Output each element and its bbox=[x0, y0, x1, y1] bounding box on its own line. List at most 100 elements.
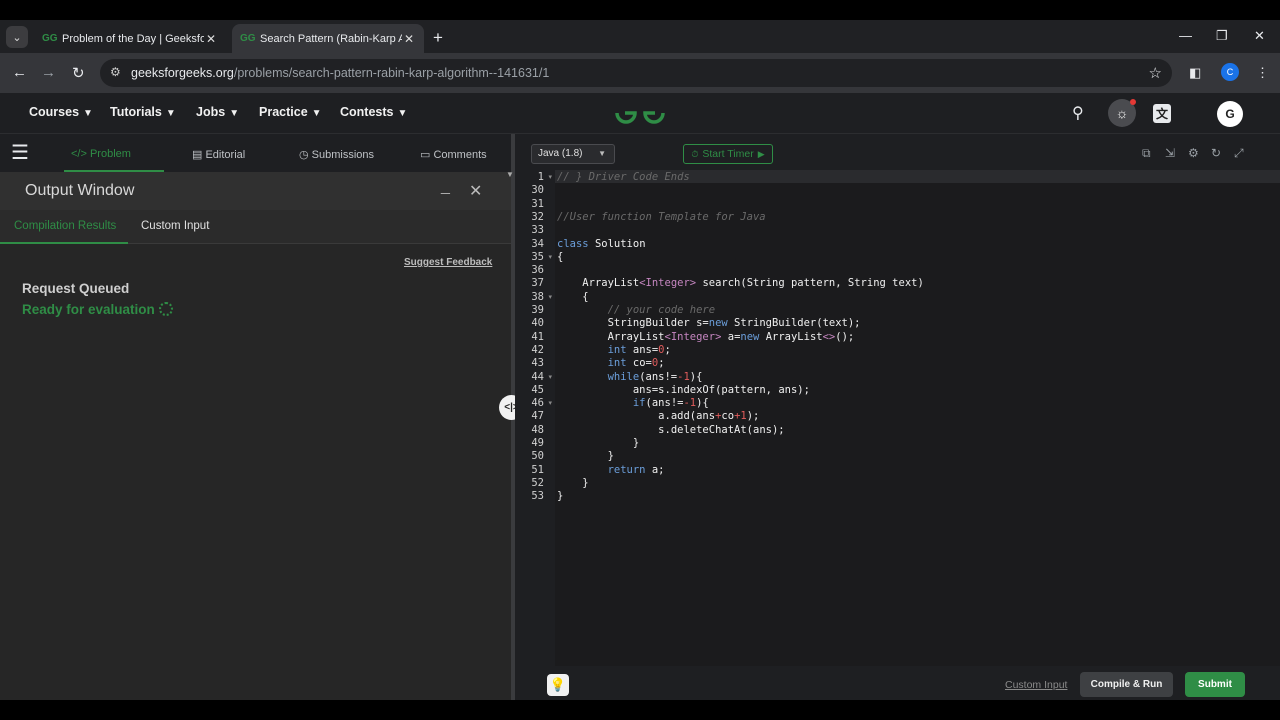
menu-practice[interactable]: Practice ▼ bbox=[259, 105, 322, 119]
browser-tab-potd[interactable]: GG Problem of the Day | GeeksforG ✕ bbox=[34, 24, 226, 53]
line-number: 36 bbox=[531, 264, 544, 277]
close-tab-icon[interactable]: ✕ bbox=[204, 32, 218, 46]
browser-tab-search-pattern[interactable]: GG Search Pattern (Rabin-Karp Alg ✕ bbox=[232, 24, 424, 53]
suggest-feedback-link[interactable]: Suggest Feedback bbox=[404, 257, 492, 268]
reload-icon[interactable]: ↻ bbox=[72, 64, 85, 82]
line-number: 53 bbox=[531, 490, 544, 503]
back-icon[interactable]: ← bbox=[12, 64, 27, 81]
line-number: 41 bbox=[531, 330, 544, 343]
tab-compilation-results[interactable]: Compilation Results bbox=[14, 220, 116, 232]
menu-courses[interactable]: Courses ▼ bbox=[29, 105, 93, 119]
profile-avatar[interactable]: C bbox=[1221, 63, 1239, 81]
user-avatar[interactable]: G bbox=[1217, 101, 1243, 127]
menu-contests[interactable]: Contests ▼ bbox=[340, 105, 407, 119]
hamburger-menu-icon[interactable]: ☰ bbox=[11, 143, 29, 163]
custom-input-link[interactable]: Custom Input bbox=[1005, 679, 1067, 691]
code-area[interactable]: // } Driver Code Ends //User function Tem… bbox=[555, 170, 1280, 666]
close-icon[interactable]: ✕ bbox=[469, 181, 482, 201]
menu-label: Contests bbox=[340, 105, 394, 119]
export-icon[interactable]: ⇲ bbox=[1165, 146, 1175, 160]
code-line: StringBuilder s=new StringBuilder(text); bbox=[607, 317, 861, 330]
line-number: 48 bbox=[531, 423, 544, 436]
line-number: 43 bbox=[531, 357, 544, 370]
code-line: { bbox=[557, 290, 589, 303]
line-number: 31 bbox=[531, 197, 544, 210]
line-number: 1 bbox=[537, 171, 544, 183]
address-bar[interactable]: ⚙ geeksforgeeks.org/problems/search-patt… bbox=[100, 59, 1172, 87]
forward-icon[interactable]: → bbox=[41, 64, 56, 81]
gfg-favicon-icon: GG bbox=[42, 33, 58, 44]
play-icon: ▶ bbox=[757, 148, 765, 159]
fold-toggle-icon[interactable]: ▾ bbox=[548, 397, 552, 410]
start-timer-button[interactable]: ⏱ Start Timer ▶ bbox=[683, 144, 773, 164]
code-line: } bbox=[557, 476, 589, 489]
line-number: 37 bbox=[531, 277, 544, 290]
side-panel-icon[interactable]: ◧ bbox=[1189, 65, 1201, 81]
line-number: 33 bbox=[531, 224, 544, 237]
minimize-icon[interactable]: _ bbox=[441, 178, 450, 196]
fold-toggle-icon[interactable]: ▾ bbox=[548, 291, 552, 304]
chevron-down-icon: ▼ bbox=[397, 108, 408, 119]
tab-submissions[interactable]: ◷ Submissions bbox=[299, 148, 374, 161]
url-path: /problems/search-pattern-rabin-karp-algo… bbox=[233, 66, 550, 80]
translate-icon[interactable]: 文 bbox=[1153, 104, 1172, 123]
lightbulb-hint-icon[interactable]: 💡 bbox=[547, 674, 569, 696]
tab-editorial[interactable]: ▤ Editorial bbox=[192, 148, 245, 161]
resize-corner-icon: ▼ bbox=[506, 170, 514, 179]
close-window-icon[interactable]: ✕ bbox=[1254, 28, 1265, 44]
code-line: { bbox=[557, 250, 564, 263]
tab-problem[interactable]: </> Problem bbox=[71, 148, 131, 160]
line-number: 42 bbox=[531, 343, 544, 356]
fullscreen-icon[interactable]: ⤢ bbox=[1234, 146, 1244, 161]
menu-label: Tutorials bbox=[110, 105, 162, 119]
code-line: } bbox=[557, 490, 564, 503]
language-select[interactable]: Java (1.8) ▼ bbox=[531, 144, 615, 164]
code-line: while(ans!=-1){ bbox=[607, 370, 703, 383]
search-icon[interactable]: ⚲ bbox=[1072, 103, 1084, 123]
browser-tab-title: Search Pattern (Rabin-Karp Alg bbox=[260, 32, 402, 45]
chrome-menu-icon[interactable]: ⋮ bbox=[1256, 65, 1269, 81]
menu-label: Jobs bbox=[196, 105, 226, 119]
line-number: 34 bbox=[531, 237, 544, 250]
tab-custom-input[interactable]: Custom Input bbox=[141, 220, 209, 232]
line-number: 35 bbox=[531, 250, 544, 263]
browser-tabstrip: ⌄ GG Problem of the Day | GeeksforG ✕ GG… bbox=[0, 20, 1280, 53]
line-number-gutter: 1 ▾ 30 31 32 33 34 35 ▾ 36 37 38 ▾ 39 40 41 42 43 44 ▾ 45 46 ▾… bbox=[515, 170, 555, 666]
output-tabs: Compilation Results Custom Input bbox=[0, 210, 513, 244]
code-line: return a; bbox=[607, 463, 665, 476]
code-line: ans=s.indexOf(pattern, ans); bbox=[632, 383, 810, 396]
gfg-logo-svg bbox=[615, 111, 665, 124]
submit-button[interactable]: Submit bbox=[1185, 672, 1245, 697]
line-number: 45 bbox=[531, 383, 544, 396]
tab-label: Comments bbox=[433, 149, 487, 161]
new-tab-icon[interactable]: + bbox=[433, 28, 443, 48]
menu-tutorials[interactable]: Tutorials ▼ bbox=[110, 105, 176, 119]
code-line: a.add(ans+co+1); bbox=[658, 410, 760, 423]
menu-jobs[interactable]: Jobs ▼ bbox=[196, 105, 239, 119]
gfg-logo-icon[interactable] bbox=[613, 99, 667, 133]
problem-tabs: ☰ </> Problem ▤ Editorial ◷ Submissions … bbox=[0, 134, 513, 172]
restore-window-icon[interactable]: ❐ bbox=[1216, 28, 1228, 44]
line-number: 50 bbox=[531, 450, 544, 463]
line-number: 46 bbox=[531, 397, 544, 410]
compile-run-button[interactable]: Compile & Run bbox=[1080, 672, 1173, 697]
tab-search-menu-icon[interactable]: ⌄ bbox=[6, 26, 28, 48]
copy-icon[interactable]: ⧉ bbox=[1142, 146, 1151, 161]
fold-toggle-icon[interactable]: ▾ bbox=[548, 251, 552, 264]
code-line: //User function Template for Java bbox=[557, 210, 766, 223]
fold-toggle-icon[interactable]: ▾ bbox=[548, 371, 552, 384]
minimize-window-icon[interactable]: — bbox=[1179, 28, 1192, 43]
output-window-title: Output Window bbox=[25, 182, 135, 199]
reset-icon[interactable]: ↻ bbox=[1211, 146, 1221, 160]
settings-icon[interactable]: ⚙ bbox=[1188, 146, 1199, 160]
line-number: 40 bbox=[531, 317, 544, 330]
code-icon: </> bbox=[71, 148, 90, 160]
close-tab-icon[interactable]: ✕ bbox=[402, 32, 416, 46]
menu-label: Courses bbox=[29, 105, 80, 119]
site-info-icon[interactable]: ⚙ bbox=[110, 65, 121, 79]
bookmark-star-icon[interactable]: ☆ bbox=[1149, 64, 1162, 82]
comment-icon: ▭ bbox=[420, 149, 434, 161]
fold-toggle-icon[interactable]: ▾ bbox=[548, 171, 552, 184]
tab-comments[interactable]: ▭ Comments bbox=[420, 148, 487, 161]
code-editor[interactable]: 1 ▾ 30 31 32 33 34 35 ▾ 36 37 38 ▾ 39 40 41 42 43 44 ▾ 45 46 ▾… bbox=[515, 170, 1280, 666]
